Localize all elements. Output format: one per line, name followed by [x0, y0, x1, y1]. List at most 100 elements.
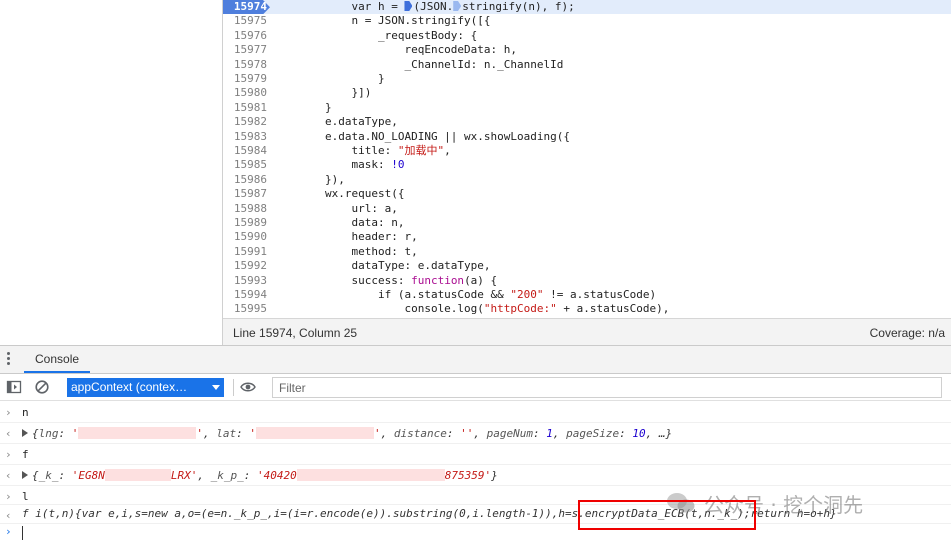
clear-console-icon[interactable]	[34, 379, 50, 395]
code-line[interactable]: 15980 }])	[223, 86, 951, 100]
code-text: url: a,	[272, 201, 398, 215]
console-prompt[interactable]: ›	[0, 524, 951, 542]
tab-console[interactable]: Console	[24, 346, 91, 373]
code-text: console.log("httpCode:" + a.statusCode),	[272, 302, 670, 316]
redacted-value	[104, 469, 171, 481]
console-result[interactable]: ‹ {_k_: 'EG8N LRX', _k_p_: '40420 875359'}	[0, 465, 951, 486]
context-selector-label: appContext (contex…	[71, 380, 188, 394]
line-number[interactable]: 15984	[223, 144, 267, 158]
line-number[interactable]: 15990	[223, 230, 267, 244]
code-editor[interactable]: 15974 var h = (JSON. stringify(n), f); 159…	[223, 0, 951, 318]
code-text: mask: !0	[272, 158, 405, 172]
code-text: success: function(a) {	[272, 273, 498, 287]
code-line[interactable]: 15989 data: n,	[223, 216, 951, 230]
code-line[interactable]: 15995 console.log("httpCode:" + a.status…	[223, 302, 951, 316]
line-number[interactable]: 15988	[223, 202, 267, 216]
execution-step-icon[interactable]	[453, 1, 462, 11]
code-line[interactable]: 15979 }	[223, 72, 951, 86]
line-number[interactable]: 15992	[223, 259, 267, 273]
drawer-tabbar: Console	[0, 345, 951, 374]
result-object[interactable]: {lng: ' ', lat: ' ', distance: '', pageNum…	[22, 427, 672, 441]
text-caret	[22, 526, 23, 540]
code-line[interactable]: 15974 var h = (JSON. stringify(n), f);	[223, 0, 951, 15]
more-options-icon[interactable]	[6, 352, 12, 368]
sidebar-toggle-icon[interactable]	[6, 379, 22, 395]
code-line[interactable]: 15982 e.dataType,	[223, 115, 951, 129]
context-selector[interactable]: appContext (contex…	[67, 378, 224, 397]
console-command: › f	[0, 444, 951, 465]
command-text: l	[22, 490, 29, 503]
console-toolbar: appContext (contex…	[0, 374, 951, 401]
line-number[interactable]: 15974	[223, 0, 267, 14]
filter-input[interactable]	[272, 377, 942, 398]
line-number[interactable]: 15989	[223, 216, 267, 230]
code-line[interactable]: 15986 }),	[223, 173, 951, 187]
line-number[interactable]: 15991	[223, 245, 267, 259]
code-text: e.dataType,	[272, 115, 398, 129]
redacted-value	[296, 469, 445, 481]
chevron-right-icon: ›	[5, 490, 12, 503]
code-line[interactable]: 15993 success: function(a) {	[223, 274, 951, 288]
expand-triangle-icon[interactable]	[22, 429, 28, 437]
redacted-value	[256, 427, 374, 439]
code-text: n = JSON.stringify([{	[272, 14, 491, 28]
code-line[interactable]: 15990 header: r,	[223, 230, 951, 244]
result-object[interactable]: {_k_: 'EG8N LRX', _k_p_: '40420 875359'}	[22, 469, 498, 483]
prompt-chevron-icon: ›	[5, 525, 12, 538]
redacted-value	[78, 427, 197, 439]
code-line[interactable]: 15977 reqEncodeData: h,	[223, 43, 951, 57]
code-line[interactable]: 15983 e.data.NO_LOADING || wx.showLoadin…	[223, 130, 951, 144]
code-line[interactable]: 15984 title: "加载中",	[223, 144, 951, 158]
line-number[interactable]: 15978	[223, 58, 267, 72]
chevron-right-icon: ›	[5, 406, 12, 419]
cursor-position: Line 15974, Column 25	[233, 326, 358, 340]
console-command: › n	[0, 402, 951, 423]
toolbar-divider	[233, 379, 234, 396]
chevron-right-icon: ›	[5, 448, 12, 461]
sources-panel: 15974 var h = (JSON. stringify(n), f); 159…	[0, 0, 951, 345]
code-text: _requestBody: {	[272, 28, 478, 42]
code-line[interactable]: 15975 n = JSON.stringify([{	[223, 14, 951, 28]
code-text: title: "加载中",	[272, 144, 451, 157]
line-number[interactable]: 15980	[223, 86, 267, 100]
line-number[interactable]: 15993	[223, 274, 267, 288]
line-number[interactable]: 15975	[223, 14, 267, 28]
code-line[interactable]: 15994 if (a.statusCode && "200" != a.sta…	[223, 288, 951, 302]
line-number[interactable]: 15976	[223, 29, 267, 43]
eye-icon[interactable]	[240, 379, 256, 395]
code-line[interactable]: 15988 url: a,	[223, 202, 951, 216]
line-number[interactable]: 15986	[223, 173, 267, 187]
expand-triangle-icon[interactable]	[22, 471, 28, 479]
editor-status-bar: Line 15974, Column 25 Coverage: n/a	[223, 318, 951, 345]
line-number[interactable]: 15983	[223, 130, 267, 144]
line-number[interactable]: 15977	[223, 43, 267, 57]
chevron-down-icon	[212, 385, 220, 390]
code-text: wx.request({	[272, 187, 405, 201]
code-line[interactable]: 15992 dataType: e.dataType,	[223, 259, 951, 273]
coverage-status[interactable]: Coverage: n/a	[870, 326, 945, 340]
code-line[interactable]: 15976 _requestBody: {	[223, 29, 951, 43]
line-number[interactable]: 15982	[223, 115, 267, 129]
console-result[interactable]: ‹ {lng: ' ', lat: ' ', distance: '', pageN…	[0, 423, 951, 444]
execution-step-icon[interactable]	[404, 1, 413, 11]
code-text: data: n,	[272, 216, 405, 229]
command-text: n	[22, 406, 29, 419]
navigator-pane	[0, 0, 222, 345]
code-text: }	[272, 72, 385, 85]
line-number[interactable]: 15995	[223, 302, 267, 316]
code-line[interactable]: 15991 method: t,	[223, 245, 951, 259]
result-arrow-icon: ‹	[5, 469, 12, 482]
code-text: reqEncodeData: h,	[272, 43, 518, 57]
code-text: dataType: e.dataType,	[272, 259, 491, 273]
code-line[interactable]: 15985 mask: !0	[223, 158, 951, 172]
code-line[interactable]: 15981 }	[223, 101, 951, 115]
code-text: }),	[272, 172, 345, 186]
line-number[interactable]: 15981	[223, 101, 267, 115]
line-number[interactable]: 15987	[223, 187, 267, 201]
code-line[interactable]: 15987 wx.request({	[223, 187, 951, 201]
line-number[interactable]: 15994	[223, 288, 267, 302]
code-text: }])	[272, 86, 372, 100]
code-line[interactable]: 15978 _ChannelId: n._ChannelId	[223, 58, 951, 72]
line-number[interactable]: 15985	[223, 158, 267, 172]
line-number[interactable]: 15979	[223, 72, 267, 86]
